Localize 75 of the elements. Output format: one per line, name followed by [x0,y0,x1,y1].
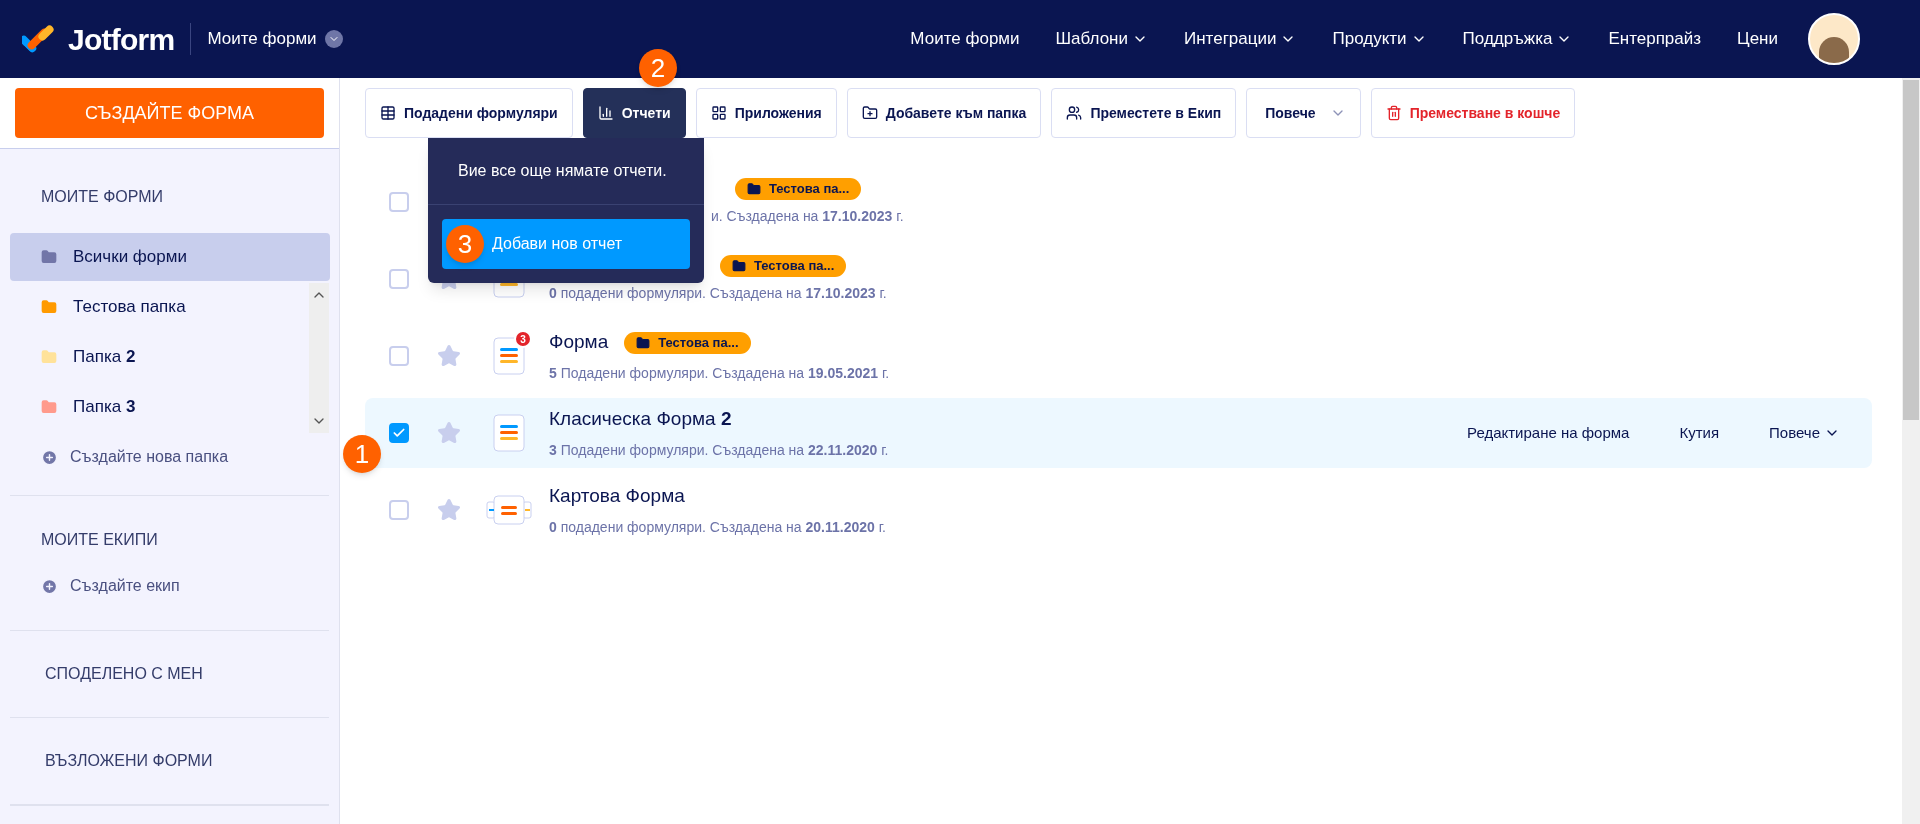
notification-badge: 3 [514,330,532,348]
checkbox[interactable] [389,269,409,289]
more-menu-button[interactable]: Повече [1769,421,1840,445]
trash-icon [1385,105,1402,121]
nav-menu-item[interactable]: Моите форми [910,26,1020,52]
checkbox[interactable] [389,346,409,366]
new-folder-link[interactable]: Създайте нова папка [10,433,229,481]
checkbox[interactable] [389,500,409,520]
popup-message: Вие все още нямате отчети. [457,161,668,181]
users-icon [1066,105,1083,121]
folder-plus-icon [861,105,878,121]
form-details: 3 Подадени формуляри. Създадена на 22.11.2020 г. [549,440,889,460]
folder-tag[interactable]: Тестова па... [720,254,847,277]
form-details: и. Създадена на 17.10.2023 г. [711,206,904,226]
folder-label[interactable]: Папка 3 [73,394,136,420]
table-icon [380,105,396,121]
plus-icon [41,448,58,466]
toolbar-button[interactable]: Приложения [695,88,837,138]
section-heading: МОИТЕ ФОРМИ [40,187,165,207]
section-heading: МОИТЕ ЕКИПИ [40,530,159,550]
form-icon [493,414,525,452]
form-icon [493,337,525,375]
plus-icon [41,577,58,595]
workspace-dropdown[interactable]: Моите форми [207,26,343,52]
star-icon[interactable] [437,498,461,522]
nav-menu-item[interactable]: Поддръжка [1462,26,1573,52]
check-icon [392,426,406,440]
scrollbar[interactable] [309,283,329,433]
folder-icon [747,181,761,196]
section-heading[interactable]: ВЪЗЛОЖЕНИ ФОРМИ [10,749,213,773]
folder-item[interactable]: Тестова папка [10,283,306,331]
row-action-link[interactable]: Редактиране на форма [1467,421,1630,445]
nav-menu-item[interactable]: Ентерпрайз [1608,26,1702,52]
new-team-link[interactable]: Създайте екип [10,572,180,600]
avatar[interactable] [1808,13,1860,65]
checkbox[interactable] [389,192,409,212]
logo-text[interactable]: Jotform [68,16,175,62]
folder-label[interactable]: Папка 2 [73,344,136,370]
toolbar-button[interactable]: Добавете към папка [846,88,1042,138]
chart-icon [597,105,614,121]
toolbar-button[interactable]: Подадени формуляри [365,88,573,138]
caret-icon [324,30,343,48]
form-details: 5 Подадени формуляри. Създадена на 19.05.2021 г. [549,363,890,383]
toolbar-button[interactable]: Отчети [582,88,686,138]
nav-menu-item[interactable]: Продукти [1332,26,1427,52]
form-title[interactable]: Форма [549,328,609,357]
folder-label[interactable]: Тестова папка [73,294,186,320]
toolbar-button[interactable]: Преместете в Екип [1051,88,1237,138]
nav-menu-item[interactable]: Цени [1737,26,1778,52]
folder-item[interactable]: Папка 2 [10,333,306,381]
form-title[interactable]: Картова Форма [549,482,685,511]
logo-icon[interactable] [22,22,56,56]
step-marker: 1 [343,435,381,473]
row-action-link[interactable]: Кутия [1679,421,1720,445]
star-icon[interactable] [437,421,461,445]
section-heading[interactable]: СПОДЕЛЕНО С МЕН [10,662,203,686]
folder-icon [732,258,746,273]
form-details: 0 подадени формуляри. Създадена на 20.11.2020 г. [549,517,886,537]
form-title[interactable]: Класическа Форма 2 [549,405,732,434]
folder-item[interactable]: Всички форми [10,233,330,281]
folder-tag[interactable]: Тестова па... [735,177,862,200]
folder-label[interactable]: Всички форми [73,244,187,270]
form-details: 0 подадени формуляри. Създадена на 17.10.2023 г. [549,283,887,303]
checkbox[interactable] [389,423,409,443]
page-scrollbar[interactable] [1902,78,1920,824]
grid-icon [710,105,727,121]
folder-icon [636,335,651,350]
folder-tag[interactable]: Тестова па... [624,331,751,354]
folder-item[interactable]: Папка 3 [10,383,306,431]
toolbar-button[interactable]: Повече [1246,88,1361,138]
star-icon[interactable] [437,344,461,368]
nav-menu-item[interactable]: Интеграции [1184,26,1297,52]
card-form-icon [486,493,532,527]
toolbar-button[interactable]: Преместване в кошче [1370,88,1576,138]
nav-menu-item[interactable]: Шаблони [1055,26,1148,52]
